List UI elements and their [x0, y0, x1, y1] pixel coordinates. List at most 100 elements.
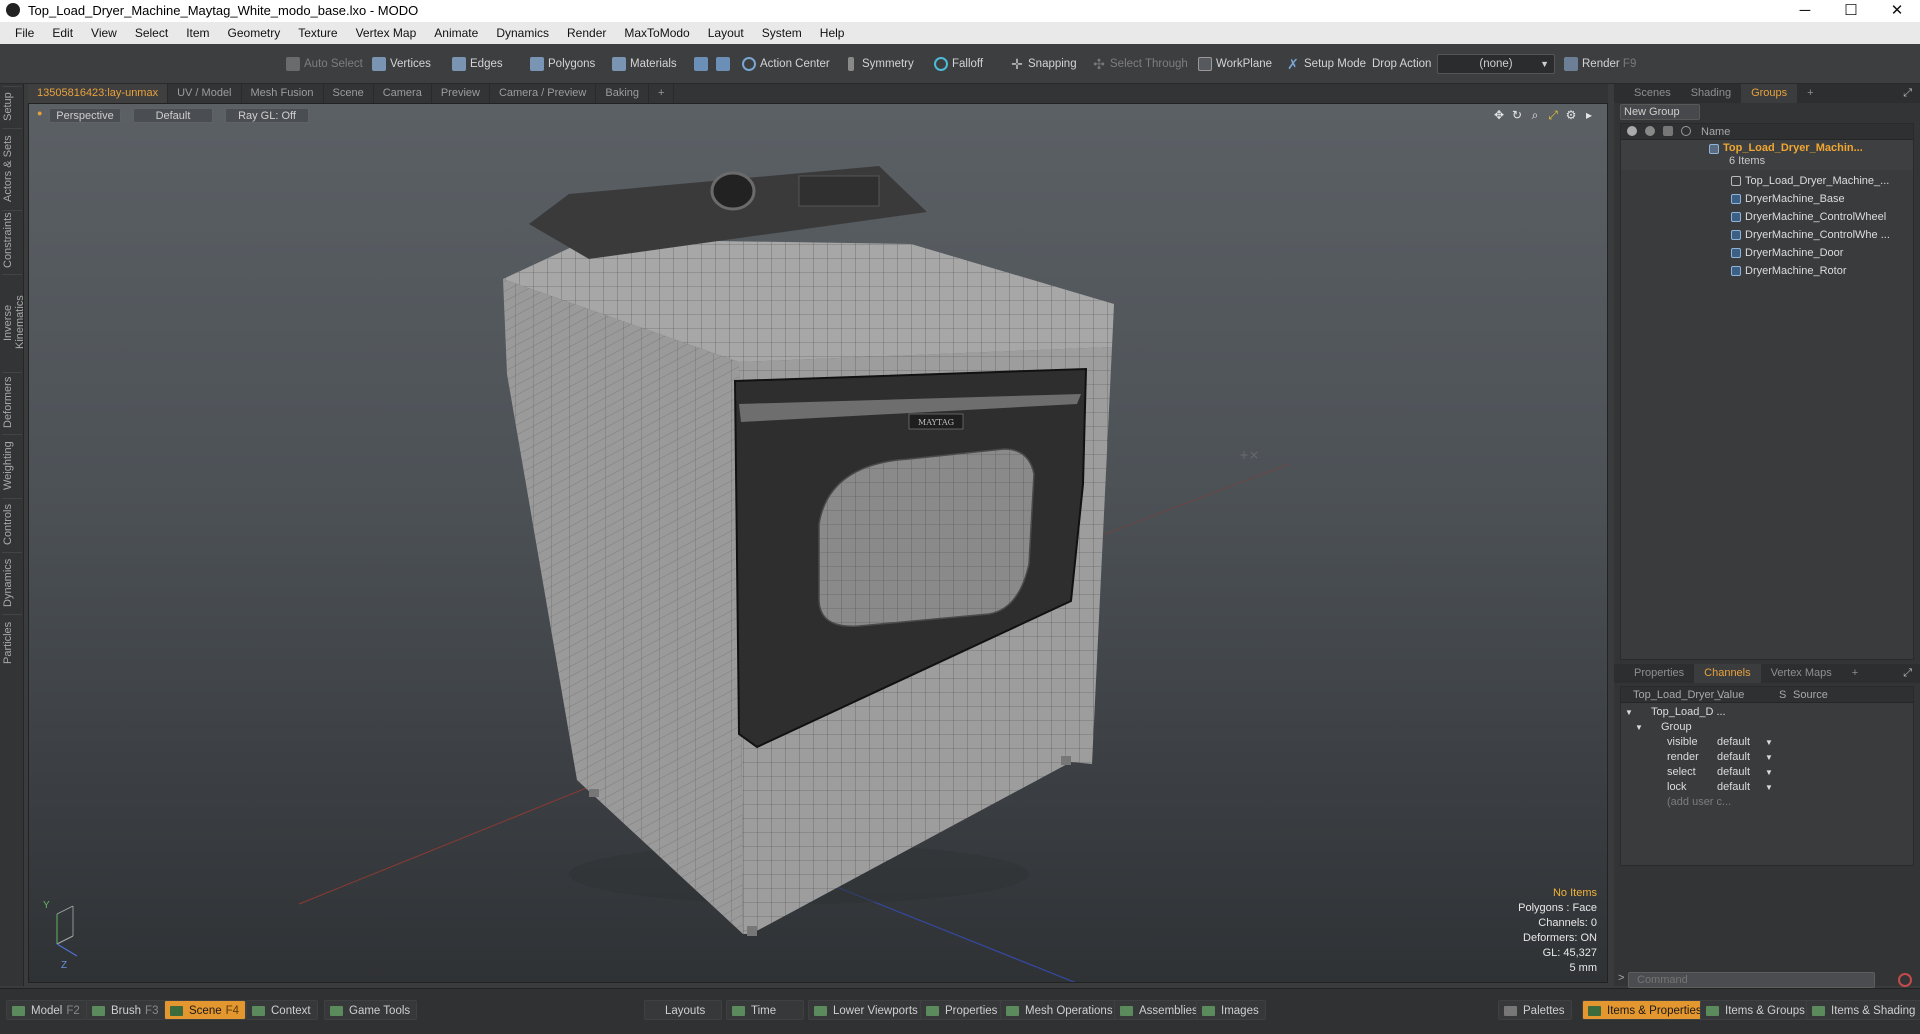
menu-view[interactable]: View [82, 22, 126, 44]
context-layout-button[interactable]: Context [246, 1000, 318, 1020]
layouts-button[interactable]: Layouts [644, 1000, 722, 1020]
add-panel-tab-button[interactable]: + [1842, 664, 1868, 683]
action-center-button[interactable]: Action Center [738, 54, 836, 74]
channels-name-header[interactable]: Top_Load_Dryer_... [1633, 687, 1730, 703]
close-button[interactable]: ✕ [1874, 0, 1920, 22]
render-column-icon[interactable] [1645, 126, 1655, 136]
panel-expand-icon[interactable]: ⤢ [1903, 87, 1912, 100]
edges-button[interactable]: Edges [448, 54, 509, 74]
tab-camera[interactable]: Camera [374, 84, 432, 103]
tab-vertex-maps[interactable]: Vertex Maps [1761, 664, 1842, 683]
chevron-down-icon[interactable]: ▼ [1765, 735, 1773, 750]
items-groups-button[interactable]: Items & Groups [1700, 1000, 1812, 1020]
chevron-down-icon[interactable]: ▼ [1765, 750, 1773, 765]
menu-item[interactable]: Item [177, 22, 218, 44]
sidetab-deformers[interactable]: Deformers [2, 372, 22, 432]
sidetab-constraints[interactable]: Constraints [2, 210, 22, 272]
menu-layout[interactable]: Layout [699, 22, 753, 44]
time-button[interactable]: Time [726, 1000, 804, 1020]
menu-vertex-map[interactable]: Vertex Map [347, 22, 426, 44]
new-group-button[interactable]: New Group [1620, 104, 1700, 120]
group-root-row[interactable]: Top_Load_Dryer_Machin... 6 Items [1621, 140, 1913, 170]
menu-select[interactable]: Select [126, 22, 177, 44]
list-item[interactable]: DryerMachine_Base [1621, 190, 1913, 208]
lock-column-icon[interactable] [1663, 126, 1673, 136]
select-through-button[interactable]: ✣ Select Through [1088, 54, 1194, 74]
channels-value-header[interactable]: Value [1717, 687, 1744, 703]
add-tab-button[interactable]: + [649, 84, 675, 103]
menu-dynamics[interactable]: Dynamics [487, 22, 558, 44]
polygons-button[interactable]: Polygons [526, 54, 601, 74]
symmetry-button[interactable]: Symmetry [840, 54, 920, 74]
falloff-button[interactable]: Falloff [930, 54, 989, 74]
brush-layout-button[interactable]: Brush F3 [86, 1000, 166, 1020]
images-button[interactable]: Images [1196, 1000, 1266, 1020]
panel-expand-icon[interactable]: ⤢ [1903, 667, 1912, 680]
assemblies-button[interactable]: Assemblies [1114, 1000, 1205, 1020]
model-layout-button[interactable]: Model F2 [6, 1000, 87, 1020]
auto-select-button[interactable]: Auto Select [282, 54, 369, 74]
list-item[interactable]: DryerMachine_Door [1621, 244, 1913, 262]
lower-viewports-button[interactable]: Lower Viewports [808, 1000, 925, 1020]
menu-system[interactable]: System [753, 22, 811, 44]
sidetab-controls[interactable]: Controls [2, 498, 22, 550]
materials-button[interactable]: Materials [608, 54, 683, 74]
raygl-button[interactable]: Ray GL: Off [225, 108, 309, 123]
mesh-operations-button[interactable]: Mesh Operations [1000, 1000, 1120, 1020]
viewport-dot-icon[interactable]: ● [37, 108, 42, 118]
channels-s-header[interactable]: S [1779, 687, 1786, 703]
menu-render[interactable]: Render [558, 22, 615, 44]
channel-root-row[interactable]: ▼ Top_Load_D ... [1621, 705, 1913, 720]
tab-channels[interactable]: Channels [1694, 664, 1761, 683]
items-properties-button[interactable]: Items & Properties [1582, 1000, 1709, 1020]
vertices-button[interactable]: Vertices [368, 54, 437, 74]
collapse-arrow-icon[interactable]: ▼ [1635, 720, 1643, 735]
game-tools-button[interactable]: Game Tools [324, 1000, 418, 1020]
move-view-icon[interactable]: ✥ [1493, 109, 1505, 121]
setup-mode-button[interactable]: ✗ Setup Mode [1282, 54, 1372, 74]
rotate-view-icon[interactable]: ↻ [1511, 109, 1523, 121]
channel-row[interactable]: visible default ▼ [1621, 735, 1913, 750]
list-item[interactable]: DryerMachine_ControlWheel [1621, 208, 1913, 226]
tab-scenes[interactable]: Scenes [1624, 84, 1681, 103]
tab-scene[interactable]: Scene [324, 84, 374, 103]
tab-properties[interactable]: Properties [1624, 664, 1694, 683]
menu-geometry[interactable]: Geometry [219, 22, 290, 44]
chevron-down-icon[interactable]: ▼ [1765, 780, 1773, 795]
workplane-button[interactable]: WorkPlane [1194, 54, 1278, 74]
channel-row[interactable]: select default ▼ [1621, 765, 1913, 780]
list-item[interactable]: DryerMachine_ControlWhe ... [1621, 226, 1913, 244]
tab-camera-preview[interactable]: Camera / Preview [490, 84, 597, 103]
select-mode-button[interactable] [690, 54, 710, 74]
name-column-header[interactable]: Name [1701, 124, 1730, 140]
3d-viewport[interactable]: MAYTAG +× Y Z ● Perspective Default Ray … [28, 103, 1608, 983]
command-input[interactable] [1628, 972, 1875, 988]
add-user-channel-row[interactable]: (add user c... [1621, 795, 1913, 810]
channels-source-header[interactable]: Source [1793, 687, 1828, 703]
sidetab-inverse-kinematics[interactable]: Inverse Kinematics [2, 274, 26, 370]
maximize-view-icon[interactable]: ⤢ [1547, 109, 1559, 121]
minimize-button[interactable]: ─ [1782, 0, 1828, 22]
select-column-icon[interactable] [1681, 126, 1691, 136]
menu-file[interactable]: File [6, 22, 43, 44]
add-panel-tab-button[interactable]: + [1797, 84, 1823, 103]
render-button[interactable]: Render F9 [1560, 54, 1642, 74]
visibility-eye-icon[interactable] [1627, 126, 1637, 136]
maximize-button[interactable]: ☐ [1828, 0, 1874, 22]
sidetab-actors-sets[interactable]: Actors & Sets [2, 128, 22, 208]
menu-animate[interactable]: Animate [425, 22, 487, 44]
tab-baking[interactable]: Baking [596, 84, 650, 103]
items-shading-button[interactable]: Items & Shading [1806, 1000, 1920, 1020]
tab-groups[interactable]: Groups [1741, 84, 1798, 103]
palettes-button[interactable]: Palettes [1498, 1000, 1572, 1020]
menu-texture[interactable]: Texture [289, 22, 346, 44]
channel-row[interactable]: lock default ▼ [1621, 780, 1913, 795]
select-mode-button-2[interactable] [712, 54, 732, 74]
tab-uv-model[interactable]: UV / Model [168, 84, 242, 103]
viewport-settings-icon[interactable]: ⚙ [1565, 109, 1577, 121]
channel-row[interactable]: render default ▼ [1621, 750, 1913, 765]
zoom-view-icon[interactable]: ⌕ [1529, 109, 1541, 121]
tab-layout-unmax[interactable]: 13505816423:lay-unmax [28, 84, 169, 103]
sidetab-weighting[interactable]: Weighting [2, 434, 22, 496]
scene-layout-button[interactable]: Scene F4 [164, 1000, 247, 1020]
